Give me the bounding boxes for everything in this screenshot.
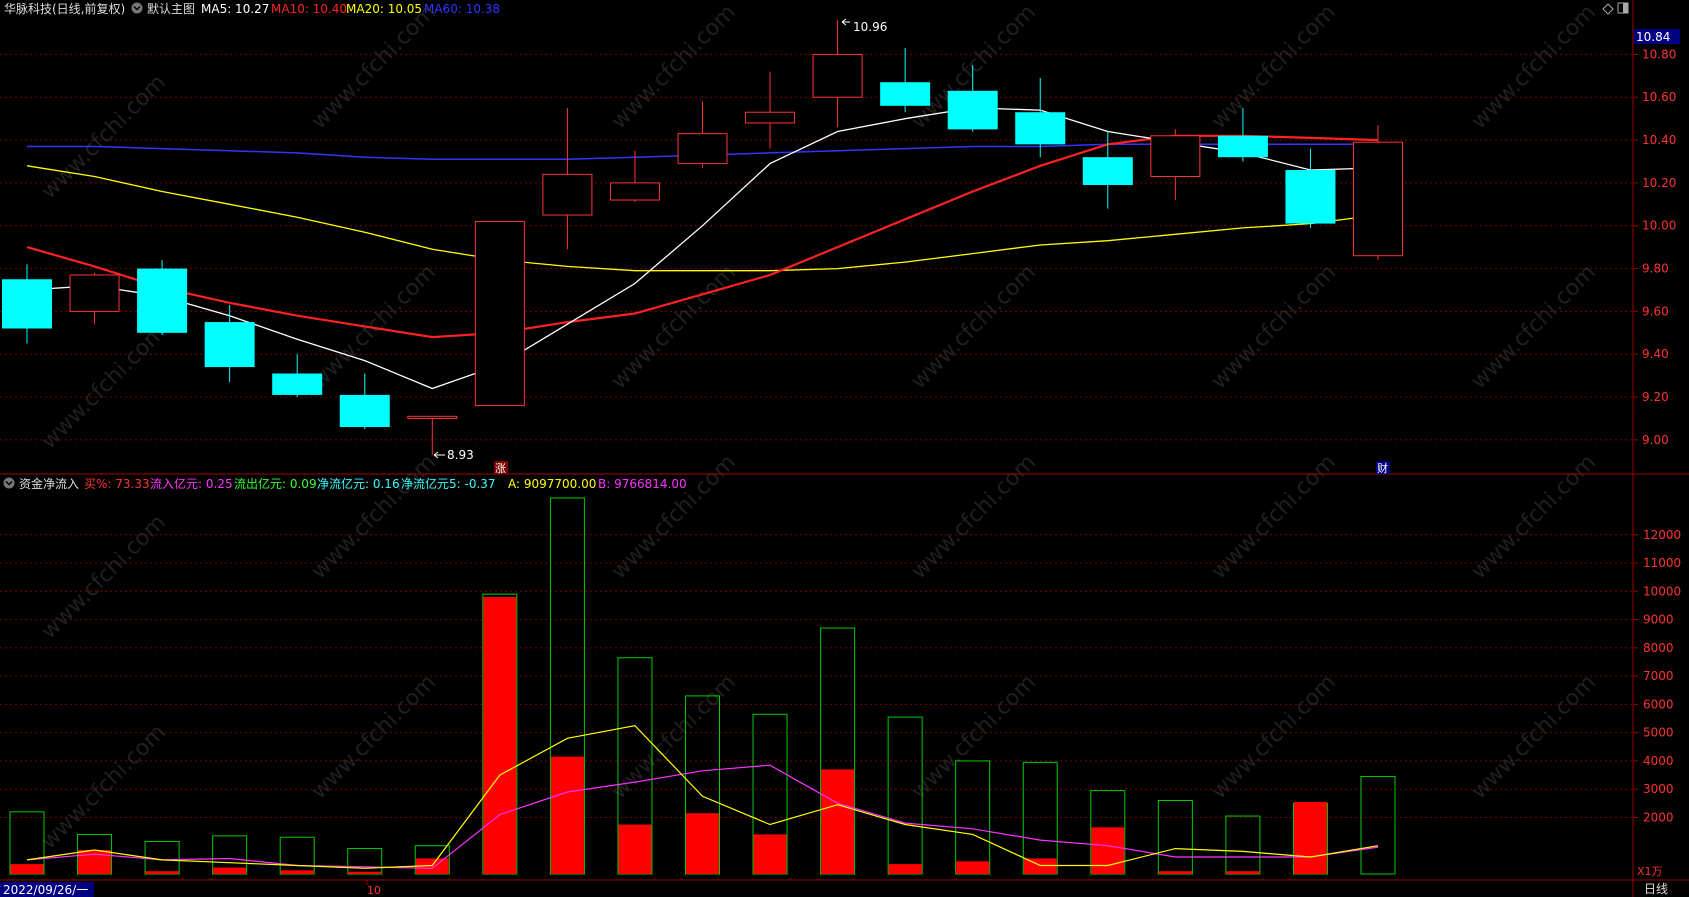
chart-background: [0, 0, 1689, 897]
candle-body-down: [339, 394, 390, 428]
candle-body-down: [947, 90, 998, 130]
ma20-value: MA20: 10.05: [346, 2, 422, 16]
inflow-bar: [956, 861, 990, 874]
price-tick-label: 10.60: [1642, 90, 1676, 104]
date-label: 2022/09/26/一: [3, 883, 88, 897]
flow-tick-label: 3000: [1643, 782, 1674, 796]
candle-body-up: [542, 173, 593, 216]
inflow-bar: [888, 864, 922, 874]
period-label[interactable]: 日线: [1644, 882, 1668, 896]
inflow-bar: [280, 870, 314, 874]
flow-tick-label: 11000: [1643, 556, 1681, 570]
price-tick-label: 10.40: [1642, 133, 1676, 147]
candle-body-up: [812, 53, 863, 98]
candle-body-up: [407, 415, 458, 419]
flow-tick-label: 7000: [1643, 669, 1674, 683]
candle: [137, 259, 188, 335]
high-label: 10.96: [853, 20, 887, 34]
candle-body-up: [1150, 135, 1201, 177]
candle-body-down: [204, 322, 255, 368]
zhang-marker[interactable]: 涨: [494, 461, 508, 475]
buy-percent-value: 买%: 73.33: [84, 477, 150, 491]
candle-body-down: [1082, 157, 1133, 186]
candle-body-up: [474, 220, 525, 407]
flow-tick-label: 10000: [1643, 584, 1681, 598]
price-tick-label: 10.80: [1642, 47, 1676, 61]
candle-body-up: [69, 274, 120, 312]
unit-label: X1万: [1637, 865, 1663, 878]
indicator-label: 资金净流入: [19, 476, 79, 491]
line-b-value: B: 9766814.00: [598, 477, 687, 491]
inflow-bar: [686, 813, 719, 874]
candle-body-up: [677, 133, 728, 165]
inflow-bar: [78, 849, 112, 874]
price-tick-label: 9.00: [1642, 433, 1669, 447]
candle-body-down: [1217, 135, 1268, 158]
candle-body-down: [137, 268, 188, 333]
inflow-bar: [550, 756, 584, 874]
cai-marker-text: 财: [1377, 461, 1388, 475]
flow-tick-label: 2000: [1643, 810, 1674, 824]
flow-tick-label: 12000: [1643, 528, 1681, 542]
main-chart-label: 默认主图: [147, 1, 195, 16]
flow-tick-label: 9000: [1643, 613, 1674, 627]
inflow-bar: [483, 596, 517, 874]
candle-body-down: [1285, 170, 1336, 224]
flow-tick-label: 6000: [1643, 697, 1674, 711]
ma60-value: MA60: 10.38: [424, 2, 500, 16]
current-price-label: 10.84: [1636, 30, 1670, 44]
outflow-value: 流出亿元: 0.09: [234, 476, 317, 491]
price-tick-label: 9.80: [1642, 262, 1669, 276]
candle: [1353, 125, 1403, 260]
candle-body-up: [609, 182, 660, 201]
chevron-down-icon: [3, 477, 15, 489]
price-tick-label: 9.40: [1642, 347, 1669, 361]
inflow-bar: [1091, 827, 1125, 874]
price-tick-label: 10.00: [1642, 219, 1676, 233]
price-tick-label: 9.20: [1642, 390, 1669, 404]
inflow-bar: [348, 871, 382, 874]
net-flow-value: 净流亿元: 0.16: [317, 476, 400, 491]
inflow-bar: [1158, 871, 1192, 874]
candle-body-up: [1353, 141, 1403, 257]
inflow-bar: [213, 867, 247, 874]
inflow-bar: [10, 864, 44, 874]
candle-body-down: [2, 279, 52, 329]
inflow-bar: [145, 871, 179, 874]
inflow-bar: [618, 824, 652, 874]
ma10-value: MA10: 10.40: [271, 2, 347, 16]
cai-marker[interactable]: 财: [1376, 461, 1390, 475]
candle-body-up: [745, 111, 796, 124]
candle: [474, 220, 525, 407]
chevron-down-icon: [131, 2, 143, 14]
flow-tick-label: 8000: [1643, 641, 1674, 655]
stock-chart[interactable]: www.cfchi.comwww.cfchi.com www.cfchi.com w…: [0, 0, 1689, 897]
inflow-bar: [753, 834, 787, 874]
candle-body-down: [272, 373, 323, 395]
stock-title: 华脉科技(日线,前复权): [4, 1, 125, 16]
inflow-bar: [821, 769, 855, 874]
flow-tick-label: 5000: [1643, 726, 1674, 740]
candle-body-down: [880, 82, 931, 106]
inflow-bar: [1293, 801, 1327, 874]
price-tick-label: 9.60: [1642, 304, 1669, 318]
ma5-value: MA5: 10.27: [201, 2, 269, 16]
flow-tick-label: 4000: [1643, 754, 1674, 768]
month-tick-label: 10: [367, 884, 381, 897]
candle-body-down: [1015, 112, 1066, 145]
line-a-value: A: 9097700.00: [508, 477, 596, 491]
price-tick-label: 10.20: [1642, 176, 1676, 190]
low-label: 8.93: [447, 448, 474, 462]
net-flow5-value: 净流亿元5: -0.37: [401, 476, 496, 491]
inflow-value: 流入亿元: 0.25: [150, 476, 233, 491]
zhang-marker-text: 涨: [495, 462, 506, 475]
inflow-bar: [1226, 871, 1260, 874]
